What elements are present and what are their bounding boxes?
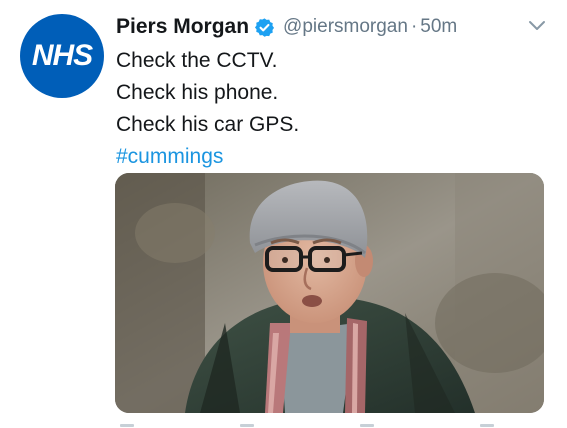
nhs-logo: NHS [31, 39, 93, 72]
tweet-text-line: Check his phone. [116, 81, 279, 104]
action-bar-edge [120, 424, 494, 427]
tweet-text-line: Check his car GPS. [116, 113, 300, 136]
hashtag-link[interactable]: #cummings [116, 141, 299, 173]
tweet-text-line: Check the CCTV. [116, 49, 278, 72]
avatar[interactable]: NHS [20, 14, 104, 98]
author-handle[interactable]: @piersmorgan [283, 16, 408, 38]
author-display-name[interactable]: Piers Morgan [116, 15, 249, 39]
tweet-card[interactable]: NHS Piers Morgan @piersmorgan · 50m Chec… [0, 0, 567, 428]
tweet-text: Check the CCTV. Check his phone. Check h… [116, 45, 299, 173]
separator-dot: · [410, 16, 418, 37]
chevron-down-icon[interactable] [526, 18, 548, 34]
tweet-photo[interactable] [115, 173, 544, 413]
verified-badge-icon [255, 17, 275, 37]
tweet-timestamp[interactable]: 50m [420, 16, 457, 38]
photo-illustration [115, 173, 544, 413]
tweet-header: Piers Morgan @piersmorgan · 50m [116, 12, 457, 42]
